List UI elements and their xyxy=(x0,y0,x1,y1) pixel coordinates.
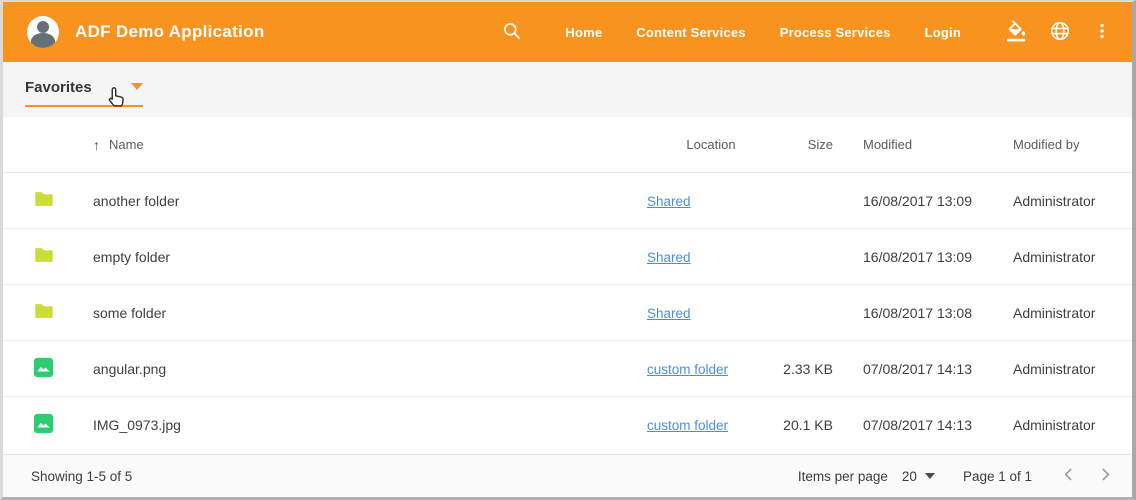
favorites-dropdown[interactable]: Favorites xyxy=(25,79,143,107)
showing-range-label: Showing 1-5 of 5 xyxy=(31,469,132,484)
search-button[interactable] xyxy=(502,21,522,44)
column-header-location[interactable]: Location xyxy=(647,137,775,152)
modified-date: 16/08/2017 13:09 xyxy=(833,193,1013,209)
folder-icon xyxy=(33,244,55,266)
column-header-modified-by[interactable]: Modified by xyxy=(1013,137,1108,152)
table-row[interactable]: another folder Shared 16/08/2017 13:09 A… xyxy=(3,173,1132,229)
pagination-footer: Showing 1-5 of 5 Items per page 20 Page … xyxy=(3,454,1132,497)
modified-date: 07/08/2017 14:13 xyxy=(833,417,1013,433)
location-link[interactable]: Shared xyxy=(647,250,691,265)
items-per-page-value: 20 xyxy=(902,469,917,484)
theme-color-fill-icon xyxy=(1006,20,1028,45)
previous-page-button[interactable] xyxy=(1058,464,1079,488)
items-per-page-label: Items per page xyxy=(798,469,888,484)
table-row[interactable]: some folder Shared 16/08/2017 13:08 Admi… xyxy=(3,285,1132,341)
modified-by: Administrator xyxy=(1013,417,1108,433)
sort-ascending-icon: ↑ xyxy=(93,138,100,152)
modified-by: Administrator xyxy=(1013,305,1108,321)
next-page-button[interactable] xyxy=(1095,464,1116,488)
more-vertical-icon xyxy=(1092,21,1112,44)
language-button[interactable] xyxy=(1049,20,1071,45)
file-name: angular.png xyxy=(93,361,647,377)
column-header-name[interactable]: ↑ Name xyxy=(93,137,647,152)
table-header-row: ↑ Name Location Size Modified Modified b… xyxy=(3,117,1132,173)
column-header-size[interactable]: Size xyxy=(775,137,833,152)
table-body: another folder Shared 16/08/2017 13:09 A… xyxy=(3,173,1132,453)
file-size: 2.33 KB xyxy=(775,361,833,377)
image-file-icon xyxy=(33,413,54,434)
folder-icon xyxy=(33,188,55,210)
file-name: another folder xyxy=(93,193,647,209)
user-avatar[interactable] xyxy=(27,16,59,48)
file-name: empty folder xyxy=(93,249,647,265)
table-row[interactable]: angular.png custom folder 2.33 KB 07/08/… xyxy=(3,341,1132,397)
location-link[interactable]: custom folder xyxy=(647,418,728,433)
app-window: ADF Demo Application Home Content Servic… xyxy=(0,0,1136,500)
favorites-dropdown-value: Favorites xyxy=(25,79,92,96)
theme-picker-button[interactable] xyxy=(1006,20,1028,45)
file-name: IMG_0973.jpg xyxy=(93,417,647,433)
modified-date: 16/08/2017 13:08 xyxy=(833,305,1013,321)
table-row[interactable]: IMG_0973.jpg custom folder 20.1 KB 07/08… xyxy=(3,397,1132,453)
chevron-right-icon xyxy=(1097,466,1114,486)
modified-date: 07/08/2017 14:13 xyxy=(833,361,1013,377)
chevron-down-icon xyxy=(131,83,143,90)
overflow-menu-button[interactable] xyxy=(1092,21,1112,44)
nav-process-services[interactable]: Process Services xyxy=(780,25,891,40)
chevron-down-icon xyxy=(925,473,935,479)
nav-content-services[interactable]: Content Services xyxy=(636,25,745,40)
table-row[interactable]: empty folder Shared 16/08/2017 13:09 Adm… xyxy=(3,229,1132,285)
page-indicator: Page 1 of 1 xyxy=(963,469,1032,484)
image-file-icon xyxy=(33,357,54,378)
document-list: ↑ Name Location Size Modified Modified b… xyxy=(3,117,1132,454)
chevron-left-icon xyxy=(1060,466,1077,486)
modified-date: 16/08/2017 13:09 xyxy=(833,249,1013,265)
modified-by: Administrator xyxy=(1013,193,1108,209)
app-title: ADF Demo Application xyxy=(75,22,265,42)
nav-login[interactable]: Login xyxy=(925,25,961,40)
location-link[interactable]: Shared xyxy=(647,194,691,209)
view-selector-bar: Favorites xyxy=(3,62,1132,117)
column-header-modified[interactable]: Modified xyxy=(833,137,1013,152)
file-name: some folder xyxy=(93,305,647,321)
location-link[interactable]: Shared xyxy=(647,306,691,321)
language-globe-icon xyxy=(1049,20,1071,45)
app-header: ADF Demo Application Home Content Servic… xyxy=(3,2,1132,62)
items-per-page-select[interactable]: 20 xyxy=(902,469,935,484)
folder-icon xyxy=(33,300,55,322)
location-link[interactable]: custom folder xyxy=(647,362,728,377)
search-icon xyxy=(502,21,522,44)
modified-by: Administrator xyxy=(1013,249,1108,265)
file-size: 20.1 KB xyxy=(775,417,833,433)
nav-home[interactable]: Home xyxy=(565,25,602,40)
modified-by: Administrator xyxy=(1013,361,1108,377)
